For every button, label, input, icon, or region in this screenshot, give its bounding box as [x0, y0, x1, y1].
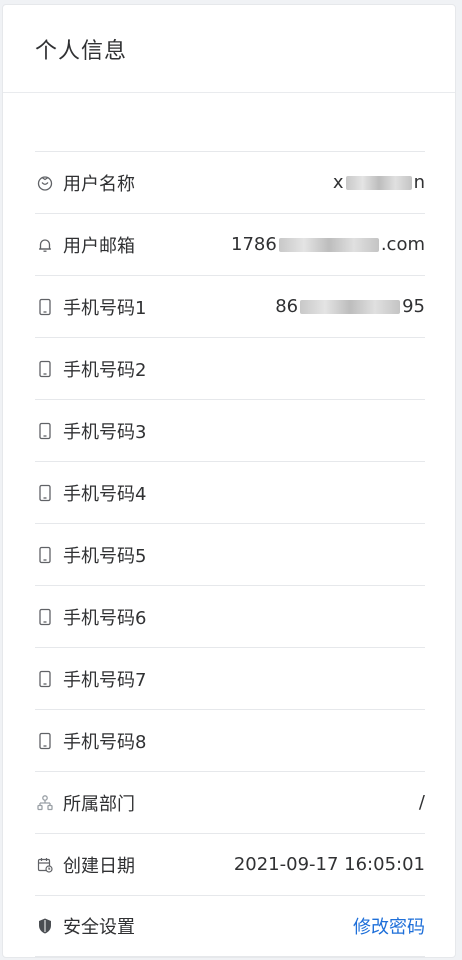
phone-4-label: 手机号码4: [63, 483, 147, 505]
phone-icon: [35, 483, 55, 503]
row-phone-4: 手机号码4: [35, 461, 425, 523]
phone-1-label: 手机号码1: [63, 297, 147, 319]
phone-icon: [35, 297, 55, 317]
phone-7-label: 手机号码7: [63, 669, 147, 691]
redacted-blur: [278, 238, 379, 252]
bell-icon: [35, 235, 55, 255]
row-username: 用户名称 xn: [35, 151, 425, 213]
personal-info-card: 个人信息 用户名称 xn 用户邮箱 1786 .com 手机号码1 86 95 …: [2, 4, 456, 958]
phone-6-label: 手机号码6: [63, 607, 147, 629]
redacted-blur: [345, 176, 412, 190]
row-phone-3: 手机号码3: [35, 399, 425, 461]
row-phone-5: 手机号码5: [35, 523, 425, 585]
row-email: 用户邮箱 1786 .com: [35, 213, 425, 275]
shield-icon: [35, 916, 55, 936]
created-date-label: 创建日期: [63, 855, 135, 877]
phone-icon: [35, 359, 55, 379]
card-title: 个人信息: [35, 38, 128, 64]
phone-5-label: 手机号码5: [63, 545, 147, 567]
user-icon: [35, 173, 55, 193]
row-department: 所属部门 /: [35, 771, 425, 833]
row-security: 安全设置 修改密码: [35, 895, 425, 957]
username-label: 用户名称: [63, 173, 135, 195]
email-label: 用户邮箱: [63, 235, 135, 257]
department-value: /: [418, 792, 425, 813]
card-header: 个人信息: [3, 5, 455, 93]
created-date-value: 2021-09-17 16:05:01: [233, 854, 425, 875]
phone-8-label: 手机号码8: [63, 731, 147, 753]
username-value: xn: [332, 172, 425, 193]
phone-1-value: 86 95: [275, 296, 425, 317]
phone-icon: [35, 421, 55, 441]
row-phone-7: 手机号码7: [35, 647, 425, 709]
redacted-blur: [300, 300, 401, 314]
info-list: 用户名称 xn 用户邮箱 1786 .com 手机号码1 86 95 手机号码2…: [35, 151, 425, 957]
security-label: 安全设置: [63, 917, 135, 938]
phone-icon: [35, 607, 55, 627]
phone-icon: [35, 545, 55, 565]
phone-2-label: 手机号码2: [63, 359, 147, 381]
row-phone-1: 手机号码1 86 95: [35, 275, 425, 337]
row-phone-6: 手机号码6: [35, 585, 425, 647]
change-password-link[interactable]: 修改密码: [353, 913, 425, 939]
department-label: 所属部门: [63, 793, 135, 815]
phone-icon: [35, 731, 55, 751]
phone-3-label: 手机号码3: [63, 421, 147, 443]
row-phone-8: 手机号码8: [35, 709, 425, 771]
tree-icon: [35, 793, 55, 813]
row-phone-2: 手机号码2: [35, 337, 425, 399]
email-value: 1786 .com: [231, 234, 425, 255]
phone-icon: [35, 669, 55, 689]
row-created-date: 创建日期 2021-09-17 16:05:01: [35, 833, 425, 895]
calendar-icon: [35, 855, 55, 875]
